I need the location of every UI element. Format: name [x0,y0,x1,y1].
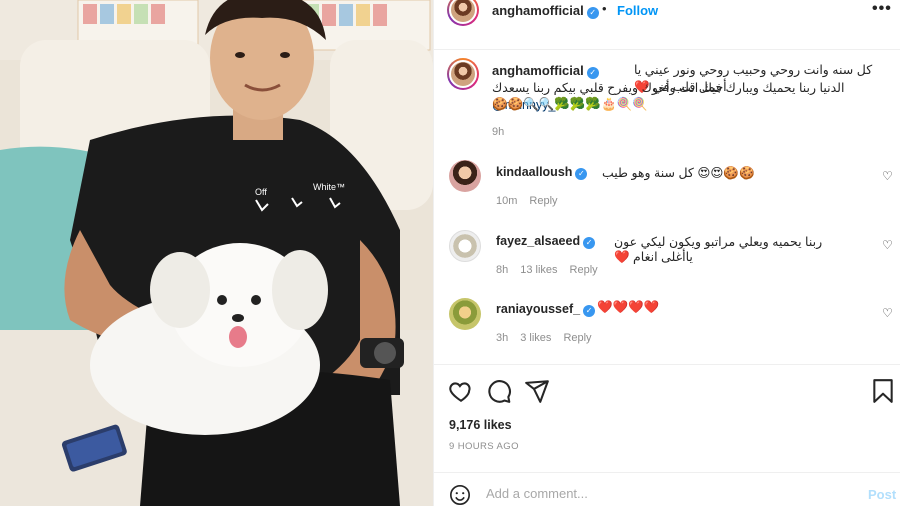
photo-illustration: Off White™ [0,0,433,506]
post-header: anghamofficial ✓ • Follow ••• [434,0,900,50]
comment-username[interactable]: kindaalloush ✓ [496,165,588,180]
more-icon[interactable]: ••• [872,0,892,18]
comment-meta: 3h 3 likes Reply [496,332,604,344]
comment-time[interactable]: 10m [496,195,517,207]
reply-button[interactable]: Reply [529,195,557,207]
verified-icon: ✓ [586,67,599,79]
follow-button[interactable]: Follow [617,3,658,18]
caption-line-3: 🍪🍪🔍🔍🥦🥦🥦🎂🍭🍭 [492,97,648,111]
heart-icon[interactable] [448,378,474,404]
reply-button[interactable]: Reply [570,264,598,276]
comment-avatar[interactable] [449,160,481,192]
like-count[interactable]: 9,176 likes [449,418,512,432]
author-avatar[interactable] [447,0,479,26]
caption-line-2-text: الدنيا ربنا يحميك ويبارك فيك انت وأخوك و… [492,81,845,95]
verified-icon: ✓ [583,305,596,317]
comment-username[interactable]: raniayoussef_ ✓ [496,302,596,317]
post-timestamp[interactable]: 9 HOURS AGO [449,441,519,452]
header-separator: • [602,1,607,16]
comment-composer: Post [434,472,900,506]
comment-icon[interactable] [486,378,512,404]
comment-likes[interactable]: 13 likes [520,264,557,276]
comment-avatar[interactable] [449,298,481,330]
reply-button[interactable]: Reply [563,332,591,344]
caption-username[interactable]: anghamofficial ✓ [492,63,599,79]
comment-likes[interactable]: 3 likes [520,332,551,344]
comment-text: 🍪🍪😍😍 كل سنة وهو طيب [602,166,755,180]
caption-avatar[interactable] [447,58,479,90]
share-icon[interactable] [524,378,550,404]
comment-time[interactable]: 3h [496,332,508,344]
verified-icon: ✓ [586,7,599,19]
comment-avatar[interactable] [449,230,481,262]
comment-meta: 10m Reply [496,195,570,207]
smiley-icon[interactable] [449,484,471,506]
comment-time[interactable]: 8h [496,264,508,276]
heart-icon[interactable]: ♡ [882,169,893,183]
author-username[interactable]: anghamofficial ✓ [492,3,599,19]
post-panel: anghamofficial ✓ • Follow ••• anghamoffic… [433,0,900,506]
verified-icon: ✓ [575,168,588,180]
svg-text:White™: White™ [313,182,345,192]
comment-meta: 8h 13 likes Reply [496,264,610,276]
bookmark-icon[interactable] [870,378,896,404]
heart-icon[interactable]: ♡ [882,306,893,320]
comment-text: ربنا يحميه ويعلي مراتبو ويكون ليكي عون ي… [614,235,823,264]
post-button[interactable]: Post [868,487,896,502]
comment-input[interactable] [486,482,846,504]
post-photo[interactable]: Off White™ [0,0,433,506]
comment-text: ❤️❤️❤️❤️ [597,300,660,314]
caption-time[interactable]: 9h [492,126,504,138]
heart-icon[interactable]: ♡ [882,238,893,252]
svg-text:Off: Off [255,187,267,197]
action-bar [434,364,900,414]
